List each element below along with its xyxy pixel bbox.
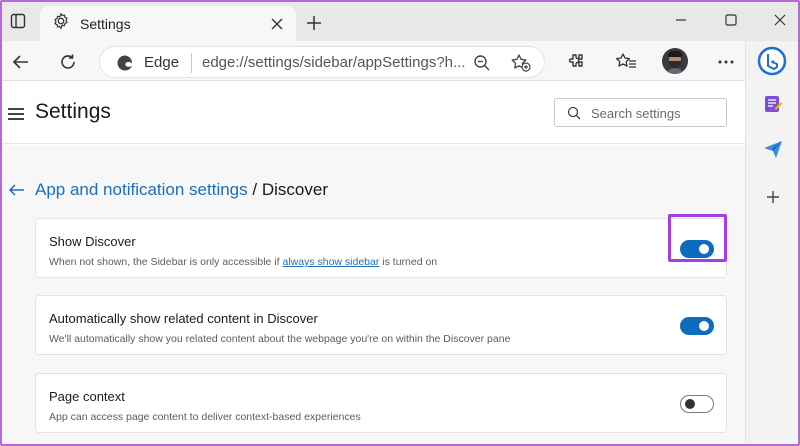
address-bar[interactable]: Edge edge://settings/sidebar/appSettings… xyxy=(99,46,545,78)
setting-title: Page context xyxy=(49,389,125,404)
page-title: Settings xyxy=(35,100,111,123)
settings-content: App and notification settings / Discover… xyxy=(0,145,745,446)
extensions-icon[interactable] xyxy=(562,49,588,75)
add-favorite-icon[interactable] xyxy=(510,53,532,78)
search-field[interactable] xyxy=(554,98,727,127)
breadcrumb-current: Discover xyxy=(261,180,328,199)
always-show-sidebar-link[interactable]: always show sidebar xyxy=(282,256,379,268)
favorites-icon[interactable] xyxy=(613,49,639,75)
setting-card-auto-related-content: Automatically show related content in Di… xyxy=(35,295,727,355)
tab-title: Settings xyxy=(80,15,131,32)
bing-icon[interactable] xyxy=(757,46,787,76)
toggle-knob xyxy=(685,399,695,409)
tab-settings[interactable]: Settings xyxy=(40,6,296,41)
breadcrumb: App and notification settings / Discover xyxy=(35,180,328,200)
setting-description: App can access page content to deliver c… xyxy=(49,411,361,423)
tab-actions-icon[interactable] xyxy=(5,9,31,33)
setting-card-show-discover: Show Discover When not shown, the Sideba… xyxy=(35,218,727,278)
setting-card-page-context: Page context App can access page content… xyxy=(35,373,727,433)
close-icon[interactable] xyxy=(266,13,288,35)
refresh-icon[interactable] xyxy=(55,49,81,75)
url-text[interactable]: edge://settings/sidebar/appSettings?h... xyxy=(202,54,466,71)
hamburger-icon[interactable] xyxy=(8,108,24,120)
avatar-hair xyxy=(668,51,682,57)
settings-header: Settings xyxy=(0,82,745,144)
avatar-beard xyxy=(669,61,681,68)
tab-strip: Settings xyxy=(0,0,800,41)
page-context-toggle[interactable] xyxy=(680,395,714,413)
auto-related-content-toggle[interactable] xyxy=(680,317,714,335)
back-arrow-icon[interactable] xyxy=(8,181,26,199)
send-icon[interactable] xyxy=(762,138,784,160)
zoom-out-icon[interactable] xyxy=(472,53,492,78)
avatar-body xyxy=(665,68,685,74)
collections-icon[interactable] xyxy=(762,93,784,115)
highlight-box xyxy=(668,214,727,262)
gear-icon xyxy=(52,12,70,35)
setting-description: When not shown, the Sidebar is only acce… xyxy=(49,256,438,268)
address-toolbar: Edge edge://settings/sidebar/appSettings… xyxy=(0,41,800,81)
search-icon xyxy=(567,106,581,125)
maximize-icon[interactable] xyxy=(716,8,746,32)
breadcrumb-separator: / xyxy=(252,180,258,199)
edge-icon xyxy=(116,54,134,77)
add-sidebar-app-icon[interactable] xyxy=(762,186,784,208)
plus-icon[interactable] xyxy=(302,11,326,35)
avatar[interactable] xyxy=(662,48,688,74)
site-label: Edge xyxy=(144,54,180,71)
setting-title: Show Discover xyxy=(49,234,136,249)
toggle-knob xyxy=(699,321,709,331)
setting-description: We'll automatically show you related con… xyxy=(49,333,511,345)
breadcrumb-parent-link[interactable]: App and notification settings xyxy=(35,180,248,199)
more-icon[interactable] xyxy=(713,49,739,75)
back-icon[interactable] xyxy=(8,49,34,75)
setting-title: Automatically show related content in Di… xyxy=(49,311,318,326)
search-input[interactable] xyxy=(591,102,719,124)
close-window-icon[interactable] xyxy=(765,8,795,32)
minimize-icon[interactable] xyxy=(666,8,696,32)
address-divider xyxy=(191,53,192,73)
